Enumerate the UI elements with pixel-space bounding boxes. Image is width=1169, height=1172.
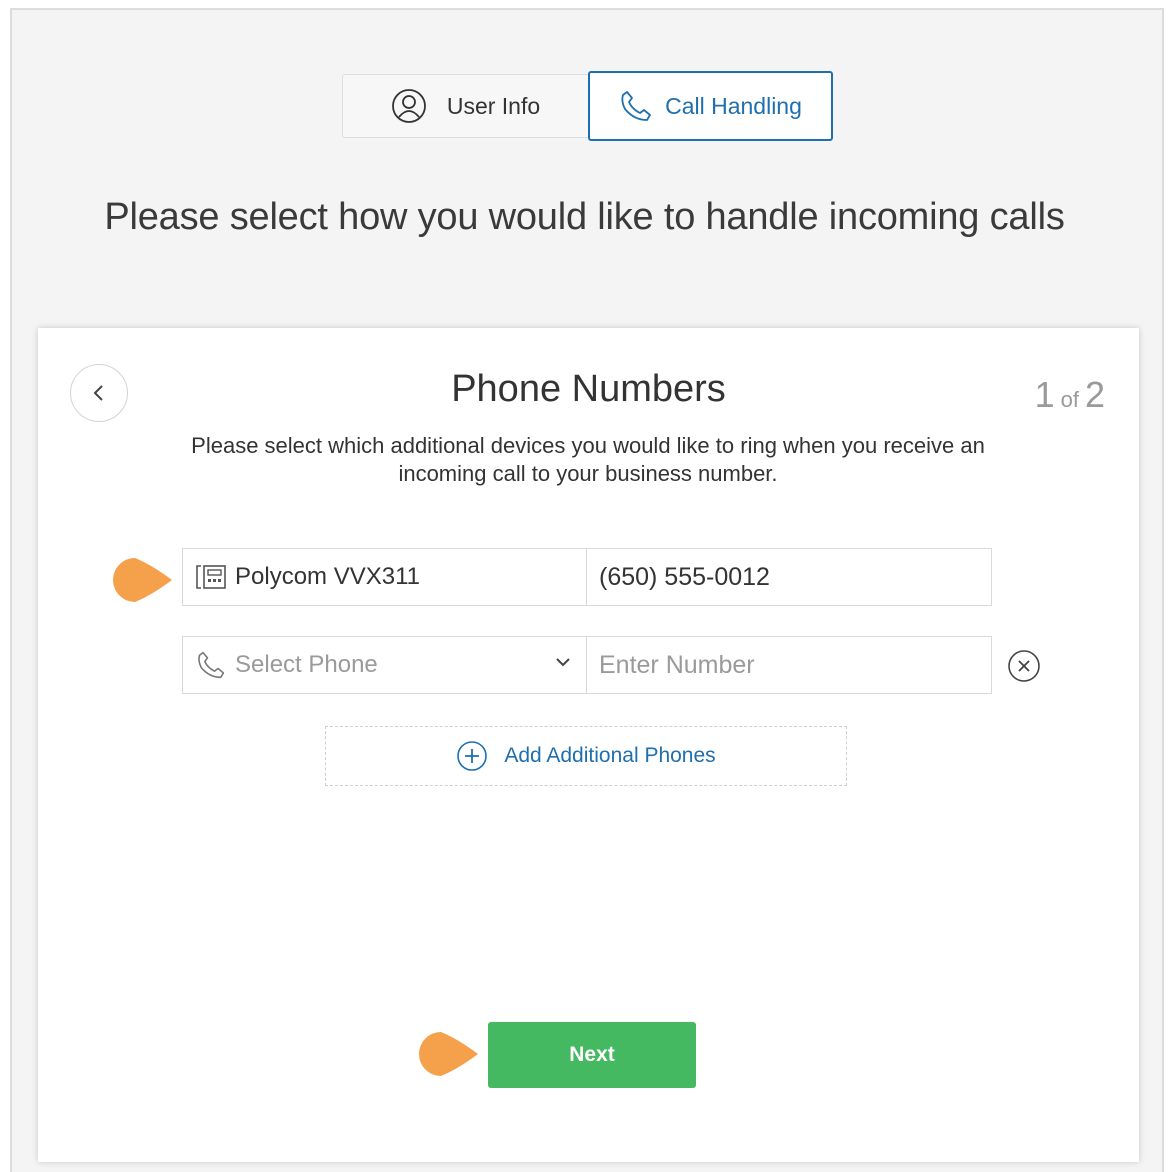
remove-row-button[interactable]	[1007, 649, 1041, 683]
enter-number-input[interactable]: Enter Number	[587, 637, 991, 693]
device-cell: Polycom VVX311	[183, 549, 587, 605]
new-phone-row: Select Phone Enter Number	[182, 636, 992, 694]
tab-label: Call Handling	[665, 92, 802, 119]
callout-marker	[419, 1032, 478, 1076]
phone-number: (650) 555-0012	[599, 562, 770, 591]
select-phone-placeholder: Select Phone	[235, 651, 378, 678]
step-of: of	[1060, 387, 1079, 412]
phone-numbers-card: Phone Numbers 1 of 2 Please select which a…	[38, 328, 1139, 1162]
tab-call-handling[interactable]: Call Handling	[588, 71, 833, 141]
add-additional-phones-button[interactable]: Add Additional Phones	[325, 726, 847, 786]
enter-number-placeholder: Enter Number	[599, 650, 755, 679]
card-title: Phone Numbers	[451, 368, 726, 410]
select-phone-dropdown[interactable]: Select Phone	[183, 637, 587, 693]
plus-circle-icon	[456, 740, 488, 772]
callout-marker	[113, 558, 172, 602]
phone-number-field[interactable]: (650) 555-0012	[587, 549, 991, 605]
phone-row: Polycom VVX311 (650) 555-0012	[182, 548, 992, 606]
user-icon	[391, 88, 427, 124]
next-button[interactable]: Next	[488, 1022, 696, 1088]
card-description: Please select which additional devices y…	[191, 433, 985, 486]
step-tabs: User Info Call Handling	[342, 71, 833, 141]
chevron-down-icon	[554, 656, 572, 668]
step-indicator: 1 of 2	[1035, 374, 1105, 416]
add-phones-label: Add Additional Phones	[504, 744, 716, 767]
step-total: 2	[1084, 374, 1105, 415]
tab-user-info[interactable]: User Info	[342, 74, 588, 138]
desk-phone-icon	[195, 564, 227, 590]
step-current: 1	[1034, 374, 1055, 415]
device-name: Polycom VVX311	[235, 563, 420, 590]
phone-icon	[195, 650, 227, 680]
close-circle-icon	[1007, 649, 1041, 683]
phone-icon	[619, 89, 653, 123]
page-heading: Please select how you would like to hand…	[104, 196, 1065, 238]
tab-label: User Info	[446, 92, 541, 119]
